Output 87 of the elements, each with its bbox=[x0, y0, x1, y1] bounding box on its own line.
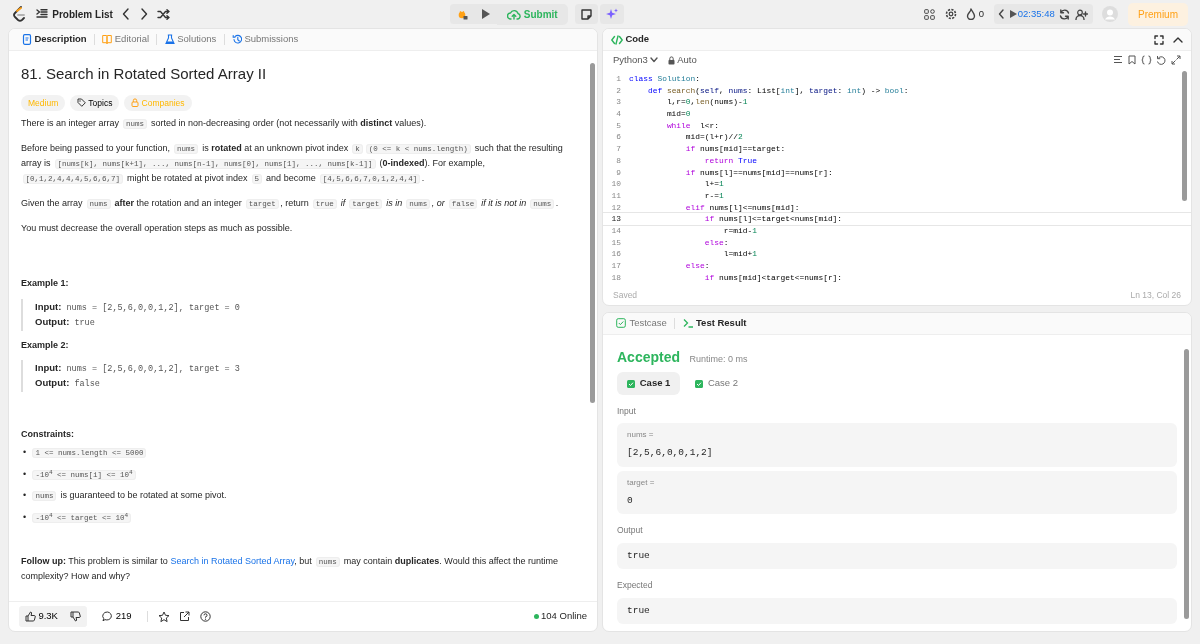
grid-icon[interactable] bbox=[924, 8, 936, 20]
bullet: • bbox=[23, 489, 27, 503]
refresh-icon[interactable] bbox=[1059, 8, 1071, 20]
bullet: • bbox=[23, 446, 27, 460]
output-label: Output bbox=[617, 523, 644, 537]
variable-value: [2,5,6,0,0,1,2] bbox=[627, 446, 714, 461]
share-icon[interactable] bbox=[179, 611, 191, 622]
auto-mode-label: Auto bbox=[677, 52, 697, 67]
example-line: Output: false bbox=[35, 376, 101, 391]
example-line: Input: nums = [2,5,6,0,0,1,2], target = 3 bbox=[35, 361, 241, 376]
cursor-position: Ln 13, Col 26 bbox=[1130, 289, 1181, 303]
flask-icon bbox=[164, 34, 175, 45]
example-line: Input: nums = [2,5,6,0,0,1,2], target = 0 bbox=[35, 299, 241, 315]
thumbs-up-icon bbox=[25, 611, 36, 622]
difficulty-badge: Medium bbox=[21, 94, 66, 112]
star-icon[interactable] bbox=[157, 610, 170, 623]
output-value: true bbox=[627, 548, 651, 563]
problem-title: 81. Search in Rotated Sorted Array II bbox=[21, 64, 268, 84]
checkbox-icon bbox=[616, 318, 627, 329]
fullscreen-icon[interactable] bbox=[1153, 34, 1164, 45]
runtime: Runtime: 0 ms bbox=[689, 352, 748, 366]
example-title: Example 1: bbox=[21, 277, 70, 290]
panel-tab[interactable]: Description bbox=[17, 32, 92, 47]
play-icon bbox=[480, 8, 492, 21]
code-icon bbox=[611, 34, 623, 45]
online-count: 104 Online bbox=[541, 609, 587, 624]
logo-icon[interactable] bbox=[12, 6, 26, 22]
online-dot bbox=[533, 614, 539, 619]
case-tab[interactable]: Case 1 bbox=[617, 372, 681, 395]
panel-title: Code bbox=[625, 32, 650, 47]
variable-value: 0 bbox=[627, 493, 634, 508]
topics-tag[interactable]: Topics bbox=[70, 94, 120, 112]
save-status: Saved bbox=[613, 289, 638, 303]
bullet: • bbox=[23, 510, 27, 524]
chevron-left-icon[interactable] bbox=[998, 9, 1005, 19]
scrollbar-thumb[interactable] bbox=[590, 63, 595, 403]
example-title: Example 2: bbox=[21, 338, 70, 352]
input-label: Input bbox=[617, 404, 637, 418]
cloud-upload-icon bbox=[507, 8, 522, 20]
panel-tab[interactable]: Testcase bbox=[611, 316, 672, 331]
ai-button[interactable] bbox=[600, 3, 625, 25]
format-icon[interactable] bbox=[1113, 55, 1123, 64]
chevron-down-icon bbox=[650, 57, 659, 63]
expected-label: Expected bbox=[617, 578, 654, 592]
variable-name: target = bbox=[627, 476, 656, 489]
document-icon bbox=[22, 34, 32, 45]
expected-value: true bbox=[627, 603, 651, 618]
reset-icon[interactable] bbox=[1156, 55, 1167, 65]
description-paragraph: You must decrease the overall operation steps as much as possible. bbox=[21, 222, 294, 235]
verdict: Accepted bbox=[617, 347, 681, 367]
braces-icon[interactable] bbox=[1140, 55, 1152, 65]
panel-tab[interactable]: Submissions bbox=[227, 32, 304, 47]
bookmark-icon[interactable] bbox=[1127, 55, 1136, 65]
case-tab[interactable]: Case 2 bbox=[685, 372, 748, 395]
panel-tab[interactable]: Test Result bbox=[677, 316, 752, 331]
terminal-icon bbox=[682, 318, 694, 329]
panel-tab[interactable]: Solutions bbox=[159, 32, 222, 47]
list-icon[interactable] bbox=[35, 9, 48, 19]
expand-icon[interactable] bbox=[1171, 55, 1181, 65]
scrollbar-thumb[interactable] bbox=[1184, 348, 1189, 619]
tag-icon bbox=[77, 98, 86, 108]
constraints-title: Constraints: bbox=[21, 428, 75, 441]
help-icon[interactable] bbox=[199, 611, 211, 622]
problem-list-link[interactable]: Problem List bbox=[52, 6, 113, 22]
streak-count: 0 bbox=[978, 6, 984, 21]
note-icon bbox=[580, 8, 592, 20]
settings-icon[interactable] bbox=[944, 8, 957, 20]
bullet: • bbox=[23, 467, 27, 481]
note-button[interactable] bbox=[574, 3, 598, 25]
example-line: Output: true bbox=[35, 314, 96, 330]
comments-button[interactable]: 219 bbox=[96, 606, 138, 627]
history-icon bbox=[232, 34, 243, 45]
variable-name: nums = bbox=[627, 429, 655, 442]
comment-icon bbox=[102, 611, 114, 622]
lock-icon bbox=[667, 55, 675, 65]
timer: 02:35:48 bbox=[1017, 6, 1055, 21]
language-select[interactable]: Python3 bbox=[613, 52, 659, 68]
thumbs-down-icon bbox=[69, 611, 81, 623]
chevron-left-icon[interactable] bbox=[122, 8, 131, 20]
scrollbar-thumb[interactable] bbox=[1182, 71, 1187, 201]
panel-tab[interactable]: Editorial bbox=[97, 32, 155, 47]
chevron-right-icon[interactable] bbox=[139, 8, 148, 20]
lock-icon bbox=[131, 98, 140, 108]
shuffle-icon[interactable] bbox=[157, 8, 171, 20]
add-user-icon[interactable] bbox=[1075, 8, 1089, 20]
play-icon[interactable] bbox=[1009, 9, 1018, 19]
book-icon bbox=[102, 34, 113, 45]
